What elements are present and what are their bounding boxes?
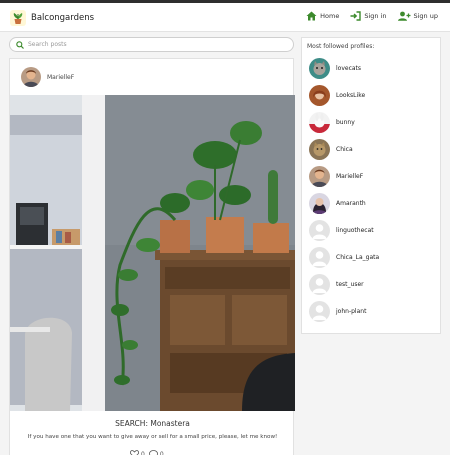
home-icon [306, 11, 317, 21]
brand-name: Balcongardens [31, 13, 95, 23]
profile-name: MarielleF [336, 172, 364, 180]
default-avatar-icon [309, 300, 330, 322]
profile-name: lovecats [336, 64, 362, 72]
comment-icon[interactable] [148, 450, 158, 455]
default-avatar-icon [309, 246, 330, 268]
profile-avatar [309, 165, 330, 187]
most-followed-panel: Most followed profiles: lovecats LooksLi… [301, 37, 441, 334]
like-count: 0 [141, 450, 145, 455]
profile-avatar [309, 84, 330, 106]
post-author-name[interactable]: MarielleF [47, 74, 74, 81]
nav-links: Home Sign in Sign up [295, 11, 438, 21]
nav-home-label: Home [320, 12, 340, 20]
post-header: MarielleF [10, 59, 293, 95]
profile-name: Amaranth [336, 199, 366, 207]
post-title: SEARCH: Monastera [115, 419, 190, 428]
profile-avatar [309, 192, 330, 214]
sign-in-icon [350, 11, 362, 21]
profile-item-chica[interactable]: Chica [309, 138, 353, 160]
profile-item-chica-la-gata[interactable]: Chica_La_gata [309, 246, 379, 268]
default-avatar-icon [309, 273, 330, 295]
profile-avatar [309, 111, 330, 133]
profile-item-bunny[interactable]: bunny [309, 111, 355, 133]
comment-count: 0 [159, 450, 164, 455]
post-body: If you have one that you want to give aw… [27, 434, 278, 440]
most-followed-title: Most followed profiles: [307, 43, 375, 50]
profile-item-lookslike[interactable]: LooksLike [309, 84, 365, 106]
nav-home-link[interactable]: Home [306, 11, 339, 21]
plant-logo-icon [10, 10, 26, 26]
profile-item-amaranth[interactable]: Amaranth [309, 192, 366, 214]
post-author-avatar[interactable] [21, 67, 41, 87]
profile-name: LooksLike [336, 91, 366, 99]
user-plus-icon [397, 11, 410, 21]
nav-signin-link[interactable]: Sign in [350, 11, 387, 21]
profile-item-test-user[interactable]: test_user [309, 273, 364, 295]
profile-avatar [309, 57, 330, 79]
nav-signup-label: Sign up [413, 12, 439, 20]
profile-name: Chica_La_gata [336, 253, 380, 261]
heart-icon[interactable] [130, 450, 139, 455]
post-image [10, 95, 295, 411]
profile-item-john-plant[interactable]: john-plant [309, 300, 366, 322]
profile-avatar [309, 138, 330, 160]
profile-name: Chica [336, 145, 353, 153]
profile-name: linguothecat [336, 226, 374, 234]
profile-name: john-plant [336, 307, 367, 315]
search-icon [16, 40, 24, 49]
profile-name: test_user [336, 280, 364, 288]
brand[interactable]: Balcongardens [10, 9, 94, 27]
nav-signup-link[interactable]: Sign up [397, 11, 439, 21]
profile-item-lovecats[interactable]: lovecats [309, 57, 361, 79]
profile-item-linguothecat[interactable]: linguothecat [309, 219, 374, 241]
search-input[interactable] [28, 41, 278, 48]
navbar: Balcongardens Home Sign in Sign up [0, 3, 450, 32]
profile-item-mariellef[interactable]: MarielleF [309, 165, 363, 187]
nav-signin-label: Sign in [364, 12, 387, 20]
default-avatar-icon [309, 219, 330, 241]
post-card: MarielleF SEARCH: Monastera If you have … [9, 58, 295, 455]
profile-name: bunny [336, 118, 355, 126]
search-bar[interactable] [9, 37, 294, 52]
post-actions: 0 0 [130, 450, 168, 455]
